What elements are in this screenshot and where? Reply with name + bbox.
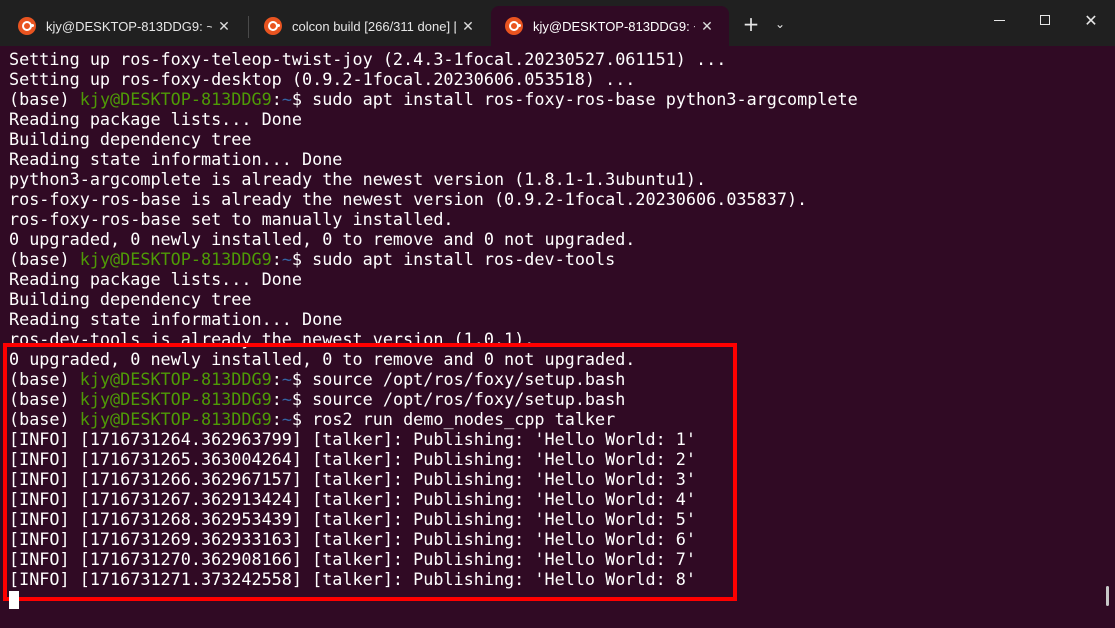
ubuntu-icon xyxy=(505,17,523,35)
output-line: ros-dev-tools is already the newest vers… xyxy=(9,329,535,349)
scrollbar-thumb[interactable] xyxy=(1106,586,1109,606)
output-line: [INFO] [1716731265.363004264] [talker]: … xyxy=(9,449,697,469)
close-window-button[interactable]: ✕ xyxy=(1068,0,1114,40)
prompt-user-host: kjy@DESKTOP-813DDG9 xyxy=(79,249,272,269)
prompt-path: ~ xyxy=(281,409,292,429)
output-line: Setting up ros-foxy-desktop (0.9.2-1foca… xyxy=(9,69,636,89)
output-line: Reading state information... Done xyxy=(9,149,343,169)
output-line: [INFO] [1716731269.362933163] [talker]: … xyxy=(9,529,697,549)
prompt-colon: : xyxy=(271,409,282,429)
output-line: Setting up ros-foxy-teleop-twist-joy (2.… xyxy=(9,49,727,69)
title-bar: kjy@DESKTOP-813DDG9: ~/rc ✕ colcon build… xyxy=(0,0,1115,46)
tab-3-label: kjy@DESKTOP-813DDG9: ~ xyxy=(533,18,695,34)
tab-1[interactable]: kjy@DESKTOP-813DDG9: ~/rc ✕ xyxy=(4,6,246,46)
output-line: [INFO] [1716731268.362953439] [talker]: … xyxy=(9,509,697,529)
tab-2-close-icon[interactable]: ✕ xyxy=(456,14,480,38)
prompt-dollar: $ xyxy=(291,409,313,429)
output-line: [INFO] [1716731270.362908166] [talker]: … xyxy=(9,549,697,569)
output-line: Reading package lists... Done xyxy=(9,109,302,129)
prompt-dollar: $ xyxy=(291,389,313,409)
prompt-path: ~ xyxy=(281,249,292,269)
prompt-colon: : xyxy=(271,369,282,389)
terminal-output[interactable]: Setting up ros-foxy-teleop-twist-joy (2.… xyxy=(0,46,1115,628)
prompt-colon: : xyxy=(271,389,282,409)
command-text: ros2 run demo_nodes_cpp talker xyxy=(312,409,616,429)
prompt-user-host: kjy@DESKTOP-813DDG9 xyxy=(79,369,272,389)
command-text: source /opt/ros/foxy/setup.bash xyxy=(312,389,626,409)
prompt-colon: : xyxy=(271,249,282,269)
prompt-colon: : xyxy=(271,89,282,109)
tab-2[interactable]: colcon build [266/311 done] [ ✕ xyxy=(250,6,490,46)
output-line: Reading state information... Done xyxy=(9,309,343,329)
prompt-user-host: kjy@DESKTOP-813DDG9 xyxy=(79,89,272,109)
prompt-env: (base) xyxy=(9,89,80,109)
output-line: python3-argcomplete is already the newes… xyxy=(9,169,707,189)
ubuntu-icon xyxy=(18,17,36,35)
prompt-env: (base) xyxy=(9,409,80,429)
output-line: Building dependency tree xyxy=(9,129,252,149)
prompt-env: (base) xyxy=(9,389,80,409)
close-icon: ✕ xyxy=(1084,10,1098,30)
prompt-line: (base) kjy@DESKTOP-813DDG9:~$ sudo apt i… xyxy=(9,249,615,269)
prompt-line: (base) kjy@DESKTOP-813DDG9:~$ ros2 run d… xyxy=(9,409,615,429)
maximize-button[interactable] xyxy=(1022,0,1068,40)
tab-3-close-icon[interactable]: ✕ xyxy=(695,14,719,38)
prompt-env: (base) xyxy=(9,249,80,269)
chevron-down-icon[interactable]: ⌄ xyxy=(770,12,790,36)
prompt-dollar: $ xyxy=(291,369,313,389)
output-line: ros-foxy-ros-base is already the newest … xyxy=(9,189,808,209)
output-line: Building dependency tree xyxy=(9,289,252,309)
output-line: ros-foxy-ros-base set to manually instal… xyxy=(9,209,454,229)
prompt-dollar: $ xyxy=(291,89,313,109)
prompt-path: ~ xyxy=(281,89,292,109)
output-line: 0 upgraded, 0 newly installed, 0 to remo… xyxy=(9,349,636,369)
output-line: 0 upgraded, 0 newly installed, 0 to remo… xyxy=(9,229,636,249)
new-tab-plus-icon[interactable]: + xyxy=(739,12,763,36)
output-line: Reading package lists... Done xyxy=(9,269,302,289)
tab-3-active[interactable]: kjy@DESKTOP-813DDG9: ~ ✕ xyxy=(491,6,729,46)
prompt-line: (base) kjy@DESKTOP-813DDG9:~$ source /op… xyxy=(9,369,625,389)
tab-2-label: colcon build [266/311 done] [ xyxy=(292,18,456,34)
minimize-button[interactable] xyxy=(976,0,1022,40)
prompt-line: (base) kjy@DESKTOP-813DDG9:~$ source /op… xyxy=(9,389,625,409)
prompt-path: ~ xyxy=(281,389,292,409)
text-cursor xyxy=(9,591,19,609)
command-text: sudo apt install ros-dev-tools xyxy=(312,249,616,269)
prompt-path: ~ xyxy=(281,369,292,389)
output-line: [INFO] [1716731264.362963799] [talker]: … xyxy=(9,429,697,449)
tab-1-close-icon[interactable]: ✕ xyxy=(212,14,236,38)
output-line: [INFO] [1716731271.373242558] [talker]: … xyxy=(9,569,697,589)
prompt-dollar: $ xyxy=(291,249,313,269)
prompt-line: (base) kjy@DESKTOP-813DDG9:~$ sudo apt i… xyxy=(9,89,858,109)
output-line: [INFO] [1716731267.362913424] [talker]: … xyxy=(9,489,697,509)
prompt-env: (base) xyxy=(9,369,80,389)
tab-separator xyxy=(248,16,249,38)
command-text: source /opt/ros/foxy/setup.bash xyxy=(312,369,626,389)
prompt-user-host: kjy@DESKTOP-813DDG9 xyxy=(79,389,272,409)
ubuntu-icon xyxy=(264,17,282,35)
tab-1-label: kjy@DESKTOP-813DDG9: ~/rc xyxy=(46,18,212,34)
minimize-icon xyxy=(993,19,1005,21)
output-line: [INFO] [1716731266.362967157] [talker]: … xyxy=(9,469,697,489)
maximize-icon xyxy=(1040,15,1050,25)
command-text: sudo apt install ros-foxy-ros-base pytho… xyxy=(312,89,858,109)
prompt-user-host: kjy@DESKTOP-813DDG9 xyxy=(79,409,272,429)
